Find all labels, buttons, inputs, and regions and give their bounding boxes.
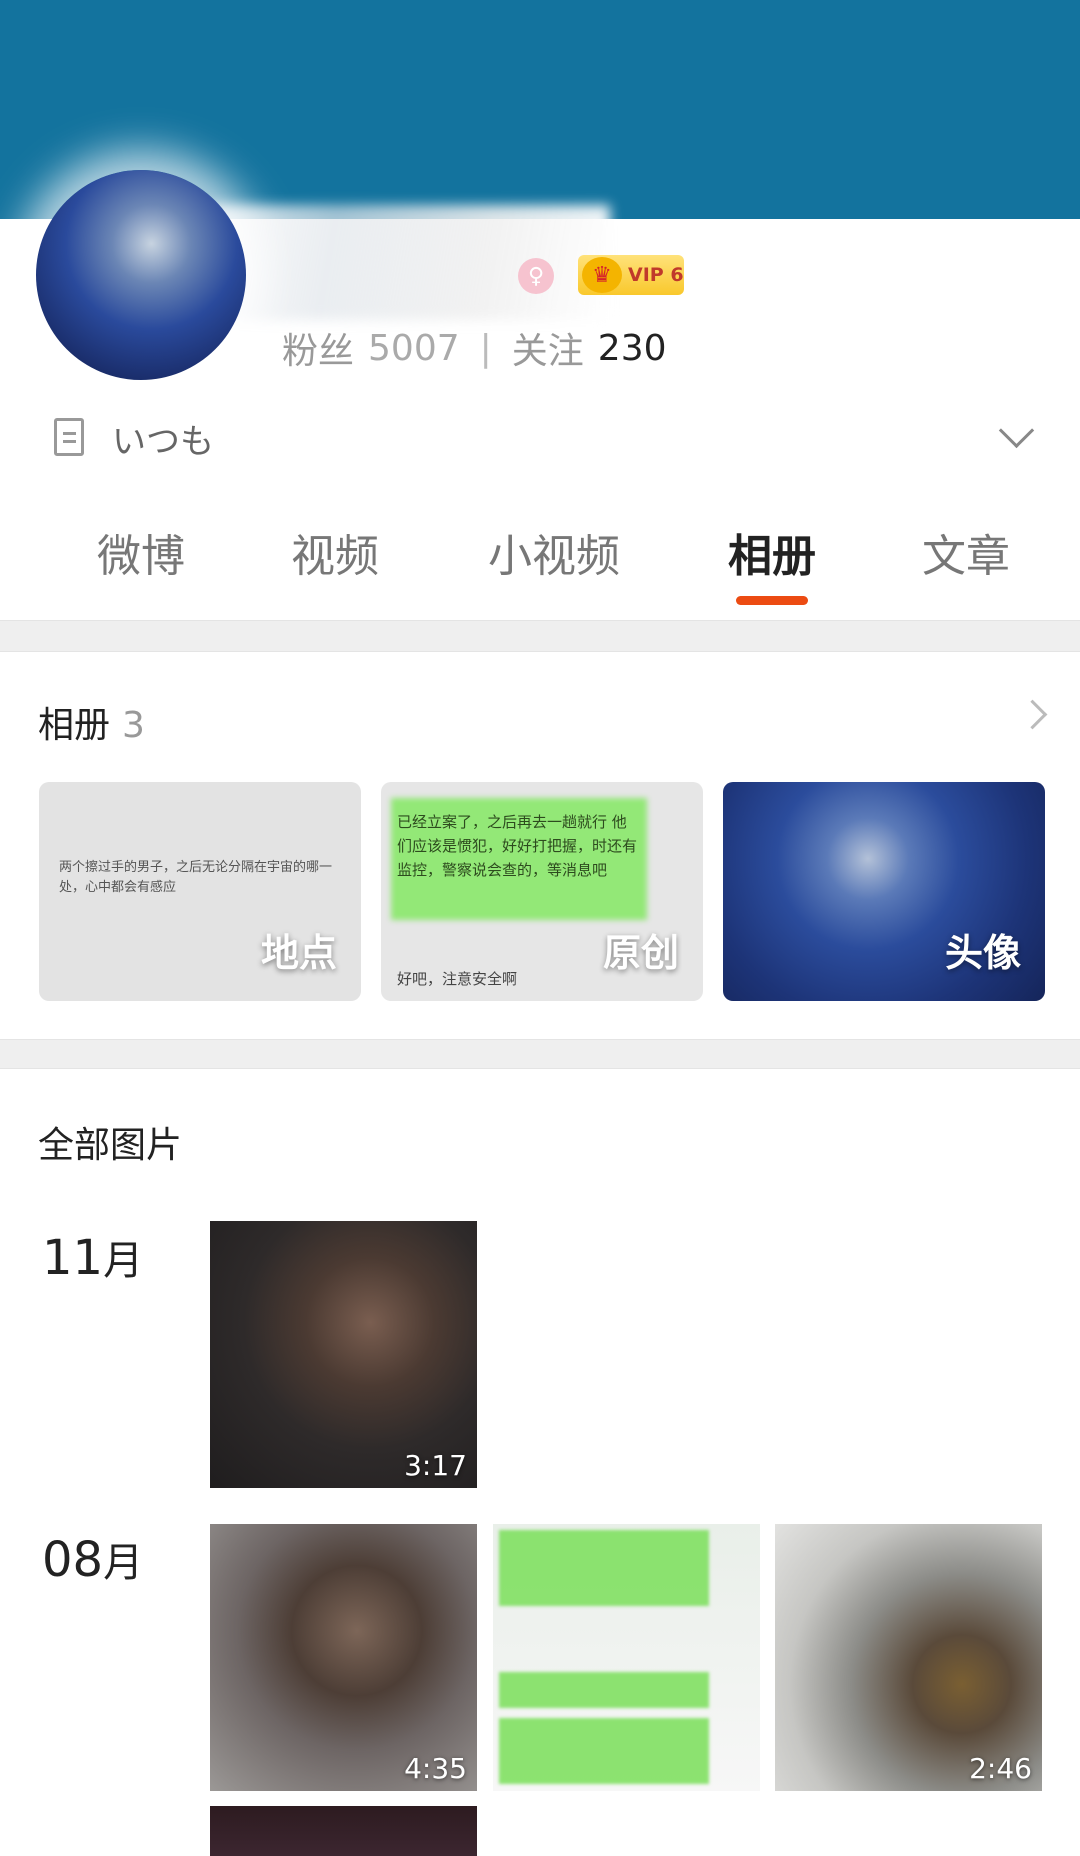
vip-badge[interactable]: ♛ VIP 6 bbox=[578, 255, 684, 295]
avatar[interactable] bbox=[36, 170, 246, 380]
album-card-original[interactable]: 已经立案了，之后再去一趟就行 他们应该是惯犯，好好打把握，时还有监控，警察说会查… bbox=[381, 782, 703, 1001]
albums-count: 3 bbox=[122, 705, 145, 746]
chat-bubble-highlight bbox=[499, 1718, 709, 1784]
album-card-avatar[interactable]: 头像 bbox=[723, 782, 1045, 1001]
document-icon bbox=[54, 418, 84, 456]
tab-video[interactable]: 视频 bbox=[289, 520, 381, 584]
section-divider bbox=[0, 1039, 1080, 1069]
gender-female-icon: ♀ bbox=[518, 258, 554, 294]
album-label: 地点 bbox=[260, 931, 337, 975]
month-suffix: 月 bbox=[103, 1540, 144, 1586]
video-duration: 4:35 bbox=[404, 1752, 467, 1785]
photo-thumbnail[interactable] bbox=[210, 1806, 477, 1856]
video-thumbnail[interactable]: 3:17 bbox=[210, 1221, 477, 1488]
crown-icon: ♛ bbox=[582, 257, 622, 293]
album-preview-footer: 好吧，注意安全啊 bbox=[397, 970, 518, 988]
month-label: 08月 bbox=[42, 1530, 143, 1588]
video-duration: 2:46 bbox=[969, 1752, 1032, 1785]
active-tab-indicator bbox=[736, 596, 808, 605]
tab-small-video[interactable]: 小视频 bbox=[486, 520, 622, 584]
tab-weibo[interactable]: 微博 bbox=[95, 520, 187, 584]
video-thumbnail[interactable]: 4:35 bbox=[210, 1524, 477, 1791]
following-count[interactable]: 230 bbox=[598, 328, 667, 369]
albums-header[interactable]: 相册 3 bbox=[38, 696, 145, 748]
month-label: 11月 bbox=[42, 1228, 143, 1286]
albums-title: 相册 bbox=[38, 705, 111, 746]
profile-stats: 粉丝 5007 | 关注 230 bbox=[282, 322, 667, 374]
stats-separator: | bbox=[479, 327, 492, 369]
chat-bubble-highlight bbox=[499, 1672, 709, 1708]
album-label: 头像 bbox=[944, 931, 1021, 975]
month-number: 08 bbox=[42, 1532, 104, 1588]
followers-count[interactable]: 5007 bbox=[368, 328, 460, 369]
bio-text: いつも bbox=[112, 422, 214, 462]
month-suffix: 月 bbox=[103, 1238, 144, 1284]
section-divider bbox=[0, 620, 1080, 652]
followers-label[interactable]: 粉丝 bbox=[282, 322, 354, 374]
video-duration: 3:17 bbox=[404, 1449, 467, 1482]
following-label[interactable]: 关注 bbox=[512, 322, 584, 374]
tab-album[interactable]: 相册 bbox=[726, 520, 818, 584]
album-preview-text: 两个擦过手的男子，之后无论分隔在宇宙的哪一处，心中都会有感应 bbox=[59, 860, 333, 895]
chevron-down-icon[interactable] bbox=[998, 412, 1035, 449]
vip-level-label: VIP 6 bbox=[628, 264, 684, 286]
tab-article[interactable]: 文章 bbox=[920, 520, 1012, 584]
album-preview-text: 已经立案了，之后再去一趟就行 他们应该是惯犯，好好打把握，时还有监控，警察说会查… bbox=[397, 813, 638, 879]
month-number: 11 bbox=[42, 1230, 104, 1286]
chevron-right-icon[interactable] bbox=[1017, 699, 1048, 730]
album-card-location[interactable]: 两个擦过手的男子，之后无论分隔在宇宙的哪一处，心中都会有感应 地点 bbox=[39, 782, 361, 1001]
album-label: 原创 bbox=[602, 931, 679, 975]
chat-bubble-highlight bbox=[499, 1530, 709, 1606]
all-photos-title: 全部图片 bbox=[38, 1125, 183, 1166]
video-thumbnail[interactable]: 2:46 bbox=[775, 1524, 1042, 1791]
photo-thumbnail[interactable] bbox=[493, 1524, 760, 1791]
